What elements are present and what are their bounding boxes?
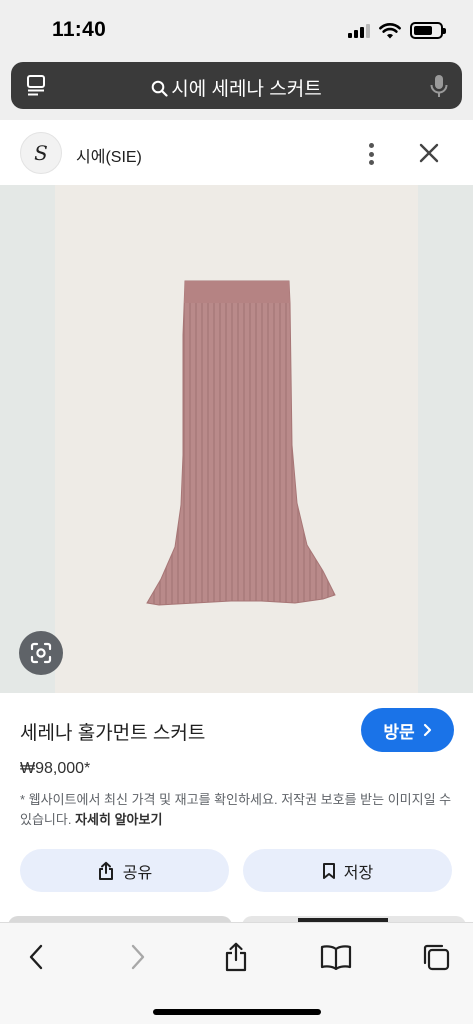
share-label: 공유 [122, 864, 153, 882]
chevron-right-icon [131, 944, 145, 970]
address-query-text: 시에 세레나 스커트 [171, 79, 322, 100]
more-options-icon[interactable] [360, 141, 382, 167]
battery-icon [410, 22, 446, 39]
camera-lens-icon [30, 642, 52, 664]
share-icon [225, 942, 247, 972]
bookmarks-button[interactable] [320, 941, 352, 973]
forward-button[interactable] [122, 941, 154, 973]
product-title: 세레나 홀가먼트 스커트 [20, 723, 206, 744]
disclaimer: * 웹사이트에서 최신 가격 및 재고를 확인하세요. 저작권 보호를 받는 이… [20, 790, 460, 830]
home-indicator [153, 1009, 321, 1015]
save-button[interactable]: 저장 [243, 849, 452, 892]
share-button[interactable]: 공유 [20, 849, 229, 892]
chevron-right-icon [423, 723, 431, 737]
battery-level [414, 26, 432, 35]
search-icon [151, 80, 168, 97]
save-label: 저장 [343, 864, 374, 882]
learn-more-link[interactable]: 자세히 알아보기 [75, 812, 162, 827]
browser-toolbar [0, 922, 473, 1024]
share-page-button[interactable] [220, 941, 252, 973]
address-bar-area: 시에 세레나 스커트 [0, 58, 473, 120]
cellular-signal-icon [348, 23, 370, 38]
skirt-illustration [146, 280, 336, 606]
close-icon[interactable] [416, 140, 442, 166]
status-bar: 11:40 [0, 0, 473, 58]
source-name[interactable]: 시에(SIE) [76, 143, 142, 167]
source-header: S 시에(SIE) [0, 121, 473, 185]
product-image[interactable] [55, 185, 418, 693]
share-icon [98, 861, 113, 880]
address-query[interactable]: 시에 세레나 스커트 [11, 74, 462, 101]
address-bar[interactable]: 시에 세레나 스커트 [11, 62, 462, 109]
status-icons [348, 22, 446, 39]
source-logo[interactable]: S [20, 132, 62, 174]
product-image-area [0, 185, 473, 693]
tabs-button[interactable] [420, 941, 452, 973]
tabs-icon [423, 944, 450, 971]
product-price: ₩98,000* [20, 760, 91, 777]
book-icon [320, 945, 352, 970]
chevron-left-icon [29, 944, 43, 970]
wifi-icon [379, 22, 401, 38]
back-button[interactable] [20, 941, 52, 973]
microphone-icon[interactable] [428, 73, 450, 99]
bookmark-icon [322, 862, 335, 879]
visit-button[interactable]: 방문 [361, 708, 454, 752]
lens-search-button[interactable] [19, 631, 63, 675]
status-time: 11:40 [52, 18, 107, 41]
visit-button-label: 방문 [383, 722, 415, 742]
